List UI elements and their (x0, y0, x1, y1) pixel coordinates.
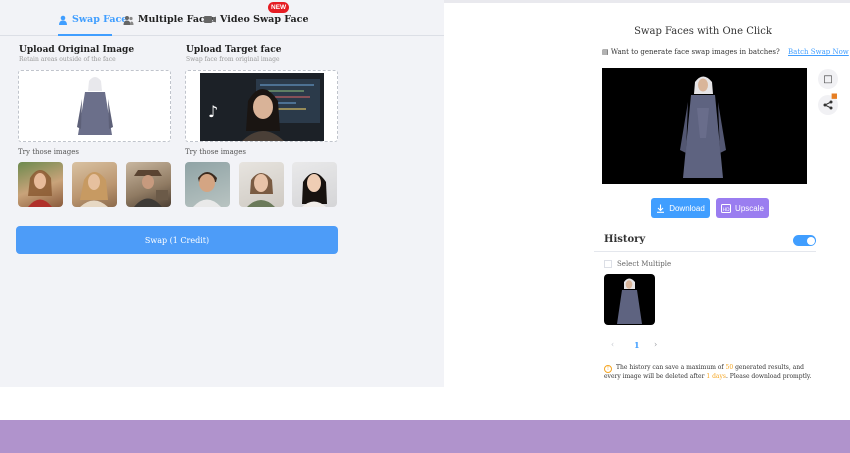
batch-swap-link[interactable]: Batch Swap Now (788, 48, 849, 56)
tab-bar: Swap Face Multiple Faces Video Swap Face… (0, 2, 444, 36)
original-upload-area[interactable] (18, 70, 171, 142)
upscale-button[interactable]: HD Upscale (716, 198, 769, 218)
person-icon (59, 15, 67, 25)
sample-original-3[interactable] (126, 162, 171, 207)
target-subtitle: Swap face from original image (186, 56, 280, 63)
tab-multiple-faces[interactable]: Multiple Faces (123, 14, 216, 25)
video-icon (204, 16, 216, 23)
tab-label: Swap Face (72, 14, 128, 25)
batch-prompt: Want to generate face swap images in bat… (610, 48, 780, 56)
sample-face (247, 173, 275, 207)
download-icon (657, 204, 665, 213)
original-try-label: Try those images (18, 148, 79, 156)
target-title: Upload Target face (186, 45, 282, 55)
result-image (602, 68, 807, 184)
book-icon[interactable]: □ (818, 69, 838, 89)
download-label: Download (669, 203, 705, 213)
original-title: Upload Original Image (19, 45, 135, 55)
sample-face (80, 172, 108, 207)
upscale-label: Upscale (735, 203, 764, 213)
tab-label: Video Swap Face (220, 14, 309, 25)
sample-target-3[interactable] (292, 162, 337, 207)
page-next[interactable]: › (654, 340, 657, 349)
result-title: Swap Faces with One Click (634, 26, 772, 37)
gift-icon[interactable]: ■ (831, 92, 839, 100)
upscale-icon: HD (721, 203, 732, 213)
history-item-image (617, 278, 642, 324)
sample-face (302, 173, 327, 207)
sample-target-2[interactable] (239, 162, 284, 207)
result-image-figure (680, 76, 726, 178)
left-panel: Swap Face Multiple Faces Video Swap Face… (0, 0, 444, 387)
sample-target-1[interactable] (185, 162, 230, 207)
original-subtitle: Retain areas outside of the face (19, 56, 116, 63)
history-divider (594, 251, 816, 252)
active-tab-indicator (58, 34, 112, 36)
sample-original-1[interactable] (18, 162, 63, 207)
sample-original-2[interactable] (72, 162, 117, 207)
target-upload-area[interactable]: ♪ (185, 70, 338, 142)
batch-row: ▤ Want to generate face swap images in b… (602, 48, 849, 56)
swap-button[interactable]: Swap (1 Credit) (16, 226, 338, 254)
history-toggle[interactable] (793, 235, 816, 246)
page-prev[interactable]: ‹ (611, 340, 614, 349)
history-title: History (604, 234, 646, 245)
svg-text:♪: ♪ (208, 102, 218, 121)
new-badge: NEW (268, 2, 290, 13)
original-image-preview (77, 77, 113, 135)
info-icon: ! (604, 365, 612, 373)
sample-face (193, 172, 221, 207)
target-image-preview: ♪ (200, 73, 324, 141)
tab-video-swap-face[interactable]: Video Swap Face (204, 14, 309, 25)
group-icon (123, 15, 134, 25)
share-glyph (823, 100, 833, 110)
sample-face (28, 170, 52, 207)
select-multiple-checkbox[interactable] (604, 260, 612, 268)
target-try-label: Try those images (185, 148, 246, 156)
tab-swap-face[interactable]: Swap Face (58, 14, 127, 25)
page-current[interactable]: 1 (634, 340, 640, 350)
sample-face (134, 170, 168, 207)
download-button[interactable]: Download (651, 198, 710, 218)
history-notice: ! The history can save a maximum of 50 ge… (604, 364, 812, 380)
history-item[interactable] (604, 274, 655, 325)
svg-text:HD: HD (723, 206, 730, 212)
footer-band (0, 420, 850, 453)
select-multiple-row: Select Multiple (604, 260, 671, 268)
select-multiple-label: Select Multiple (617, 260, 672, 268)
stack-icon: ▤ (602, 48, 609, 56)
